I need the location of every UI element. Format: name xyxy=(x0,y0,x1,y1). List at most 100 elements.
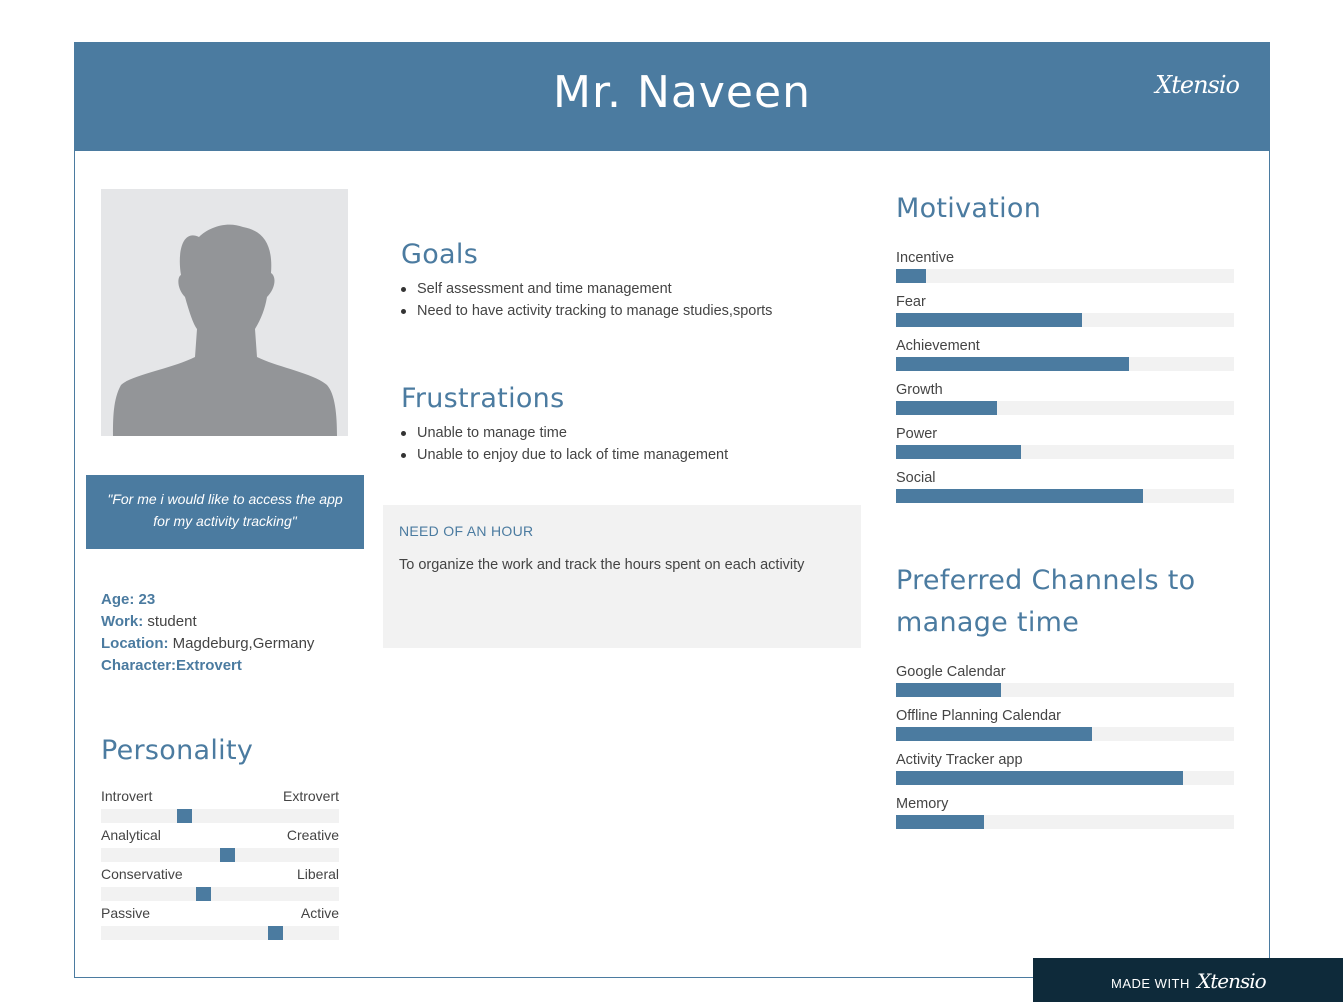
bar-track xyxy=(896,727,1234,741)
scale-left-label: Conservative xyxy=(101,866,183,882)
bar-fill xyxy=(896,489,1143,503)
bar-label: Activity Tracker app xyxy=(896,752,1023,768)
need-text: To organize the work and track the hours… xyxy=(399,557,805,573)
bar-fill xyxy=(896,683,1001,697)
scale-labels: Analytical Creative xyxy=(101,826,339,844)
persona-quote: "For me i would like to access the app f… xyxy=(86,475,364,549)
person-silhouette-icon xyxy=(113,224,337,436)
bar-track xyxy=(896,401,1234,415)
fact-value: student xyxy=(147,613,197,630)
motivation-heading: Motivation xyxy=(896,193,1042,224)
header-banner: Mr. Naveen Xtensio xyxy=(75,43,1269,151)
bar-track xyxy=(896,269,1234,283)
scale-right-label: Liberal xyxy=(296,866,339,882)
made-with-badge[interactable]: MADE WITH Xtensio xyxy=(1033,958,1343,1002)
motivation-bar-item: Growth xyxy=(896,381,1234,425)
bar-label: Social xyxy=(896,470,936,486)
persona-facts: Age: 23 Work: student Location: Magdebur… xyxy=(101,589,314,677)
bar-track xyxy=(896,771,1234,785)
need-heading: NEED OF AN HOUR xyxy=(399,523,534,539)
list-item: Self assessment and time management xyxy=(401,278,772,300)
bar-label: Memory xyxy=(896,796,949,812)
frustrations-heading: Frustrations xyxy=(401,383,565,414)
bar-label: Google Calendar xyxy=(896,664,1006,680)
persona-card: Mr. Naveen Xtensio "For me i would like … xyxy=(74,42,1270,978)
scale-left-label: Passive xyxy=(101,905,151,921)
channels-heading-line1: Preferred Channels to xyxy=(896,565,1196,596)
scale-labels: Conservative Liberal xyxy=(101,865,339,883)
motivation-bar-item: Incentive xyxy=(896,249,1234,293)
channels-bar-item: Activity Tracker app xyxy=(896,751,1234,795)
xtensio-footer-logo: Xtensio xyxy=(1197,969,1267,993)
personality-heading: Personality xyxy=(101,735,254,766)
scale-track xyxy=(101,887,339,901)
bar-label: Growth xyxy=(896,382,943,398)
scale-track xyxy=(101,809,339,823)
scale-right-label: Extrovert xyxy=(282,788,339,804)
motivation-bar-item: Social xyxy=(896,469,1234,513)
fact-character: Character:Extrovert xyxy=(101,655,314,677)
personality-scale: Passive Active xyxy=(101,904,339,943)
need-box: NEED OF AN HOUR To organize the work and… xyxy=(383,505,861,648)
bar-track xyxy=(896,683,1234,697)
scale-track xyxy=(101,926,339,940)
bar-track xyxy=(896,357,1234,371)
scale-marker xyxy=(177,809,192,823)
list-item: Need to have activity tracking to manage… xyxy=(401,300,772,322)
frustrations-list: Unable to manage time Unable to enjoy du… xyxy=(401,422,728,466)
bar-fill xyxy=(896,357,1129,371)
bar-label: Achievement xyxy=(896,338,980,354)
fact-value: Magdeburg,Germany xyxy=(172,635,315,652)
scale-marker xyxy=(220,848,235,862)
bar-label: Incentive xyxy=(896,250,955,266)
persona-name: Mr. Naveen xyxy=(553,67,811,118)
bar-track xyxy=(896,489,1234,503)
goals-list: Self assessment and time management Need… xyxy=(401,278,772,322)
motivation-bar-item: Power xyxy=(896,425,1234,469)
channels-heading-line2: manage time xyxy=(896,607,1080,638)
xtensio-logo[interactable]: Xtensio xyxy=(1155,71,1240,99)
bar-fill xyxy=(896,727,1092,741)
bar-track xyxy=(896,313,1234,327)
fact-age: Age: 23 xyxy=(101,589,314,611)
bar-fill xyxy=(896,401,997,415)
bar-track xyxy=(896,815,1234,829)
avatar xyxy=(101,189,348,436)
scale-labels: Passive Active xyxy=(101,904,339,922)
motivation-bar-item: Fear xyxy=(896,293,1234,337)
fact-label: Age: xyxy=(101,591,135,608)
bar-fill xyxy=(896,269,926,283)
channels-bar-item: Google Calendar xyxy=(896,663,1234,707)
fact-label: Work: xyxy=(101,613,144,630)
scale-track xyxy=(101,848,339,862)
fact-value: 23 xyxy=(138,591,156,608)
channels-bars: Google Calendar Offline Planning Calendar… xyxy=(896,663,1234,839)
channels-bar-item: Offline Planning Calendar xyxy=(896,707,1234,751)
scale-right-label: Creative xyxy=(286,827,339,843)
motivation-bar-item: Achievement xyxy=(896,337,1234,381)
scale-left-label: Introvert xyxy=(101,788,153,804)
personality-scale: Analytical Creative xyxy=(101,826,339,865)
bar-fill xyxy=(896,445,1021,459)
bar-fill xyxy=(896,771,1183,785)
fact-label: Location: xyxy=(101,635,169,652)
made-with-label: MADE WITH xyxy=(1111,976,1190,991)
scale-labels: Introvert Extrovert xyxy=(101,787,339,805)
list-item: Unable to manage time xyxy=(401,422,728,444)
bar-label: Fear xyxy=(896,294,926,310)
fact-location: Location: Magdeburg,Germany xyxy=(101,633,314,655)
bar-fill xyxy=(896,815,984,829)
scale-left-label: Analytical xyxy=(101,827,161,843)
personality-scale: Introvert Extrovert xyxy=(101,787,339,826)
bar-track xyxy=(896,445,1234,459)
goals-heading: Goals xyxy=(401,239,479,270)
personality-scales: Introvert Extrovert Analytical Creative Cons… xyxy=(101,787,339,943)
bar-fill xyxy=(896,313,1082,327)
list-item: Unable to enjoy due to lack of time mana… xyxy=(401,444,728,466)
channels-bar-item: Memory xyxy=(896,795,1234,839)
scale-marker xyxy=(268,926,283,940)
scale-marker xyxy=(196,887,211,901)
motivation-bars: Incentive Fear Achievement Growth Power Socia… xyxy=(896,249,1234,513)
scale-right-label: Active xyxy=(300,905,339,921)
fact-label: Character:Extrovert xyxy=(101,657,242,674)
